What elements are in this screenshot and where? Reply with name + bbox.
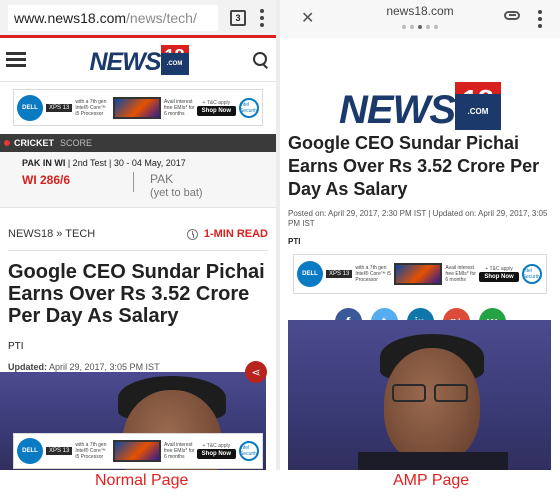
cricket-label: CRICKET [14, 138, 54, 148]
team-wi-score: WI 286/6 [22, 172, 134, 192]
ad-model: XPS 13 [46, 103, 73, 112]
browser-toolbar: www.news18.com/news/tech/ 3 [0, 0, 276, 38]
updated-time: Updated: April 29, 2017, 3:05 PM IST [8, 362, 160, 372]
intel-logo: intel Security [239, 441, 259, 461]
laptop-image [394, 263, 443, 285]
article-headline: Google CEO Sundar Pichai Earns Over Rs 3… [8, 261, 265, 327]
dell-logo: DELL [17, 438, 43, 464]
dell-ad-banner-bottom[interactable]: DELL XPS 13 with a 7th gen Intel® Core™ … [13, 433, 263, 469]
match-info: PAK IN WI | 2nd Test | 30 - 04 May, 2017 [22, 158, 186, 168]
carousel-dots [280, 25, 560, 29]
intel-logo: intel Security [521, 264, 542, 284]
ad-shop-now-button[interactable]: Shop Now [196, 105, 236, 116]
dell-logo: DELL [17, 94, 43, 121]
tab-switcher-button[interactable]: 3 [230, 9, 246, 26]
share-icon: ⋖ [251, 366, 261, 379]
breadcrumb[interactable]: NEWS18 » TECH [8, 228, 95, 240]
score-card[interactable]: PAK IN WI | 2nd Test | 30 - 04 May, 2017… [0, 152, 276, 208]
url-host: www.news18.com [14, 9, 127, 26]
news18-logo[interactable]: NEWS 18 .COM [339, 52, 501, 130]
article-headline: Google CEO Sundar Pichai Earns Over Rs 3… [288, 133, 540, 199]
browser-menu-icon[interactable] [256, 8, 268, 27]
url-path: /news/tech/ [126, 9, 197, 26]
live-dot-icon [4, 140, 10, 146]
ad-text: with a 7th gen Intel® Core™ i5 Processor [75, 98, 107, 117]
intel-logo: intel Security [239, 97, 259, 118]
ad-offer: Avail interest free EMIs* for 6 months [163, 98, 195, 117]
article-photo [288, 320, 551, 470]
news18-logo[interactable]: NEWS 18 .COM [90, 44, 189, 75]
score-label: SCORE [60, 138, 93, 148]
link-icon[interactable] [504, 11, 520, 20]
site-header: NEWS 18 .COM [0, 38, 276, 82]
dell-logo: DELL [297, 261, 323, 287]
normal-page-caption: Normal Page [95, 472, 189, 489]
amp-viewer-header: ✕ news18.com [280, 0, 560, 38]
amp-page-caption: AMP Page [393, 472, 470, 489]
hamburger-menu-icon[interactable] [6, 52, 26, 67]
normal-page-panel: www.news18.com/news/tech/ 3 NEWS 18 .COM… [0, 0, 276, 470]
dell-ad-banner[interactable]: DELL XPS 13 with a 7th gen Intel® Core™ … [293, 254, 547, 294]
ad-tc: + T&C apply [202, 99, 231, 106]
ad-shop-now-button[interactable]: Shop Now [479, 272, 519, 282]
laptop-image [112, 96, 161, 119]
team-pak-score: PAK (yet to bat) [150, 172, 203, 199]
article-meta: Posted on: April 29, 2017, 2:30 PM IST |… [288, 209, 548, 228]
more-menu-icon[interactable] [534, 10, 546, 28]
amp-page-panel: ✕ news18.com NEWS 18 .COM Google CEO Sun… [280, 0, 560, 470]
address-bar[interactable]: www.news18.com/news/tech/ [8, 4, 218, 31]
search-icon[interactable] [252, 51, 270, 69]
article-byline: PTI [288, 237, 301, 246]
dell-ad-banner[interactable]: DELL XPS 13 with a 7th gen Intel® Core™ … [13, 89, 263, 126]
laptop-image [112, 440, 161, 462]
read-time: 1-MIN READ [186, 228, 268, 240]
clock-icon [186, 228, 198, 240]
cricket-score-bar[interactable]: CRICKET SCORE [0, 134, 276, 152]
article-byline: PTI [8, 341, 24, 352]
ad-shop-now-button[interactable]: Shop Now [196, 449, 236, 459]
share-button[interactable]: ⋖ [245, 361, 267, 383]
